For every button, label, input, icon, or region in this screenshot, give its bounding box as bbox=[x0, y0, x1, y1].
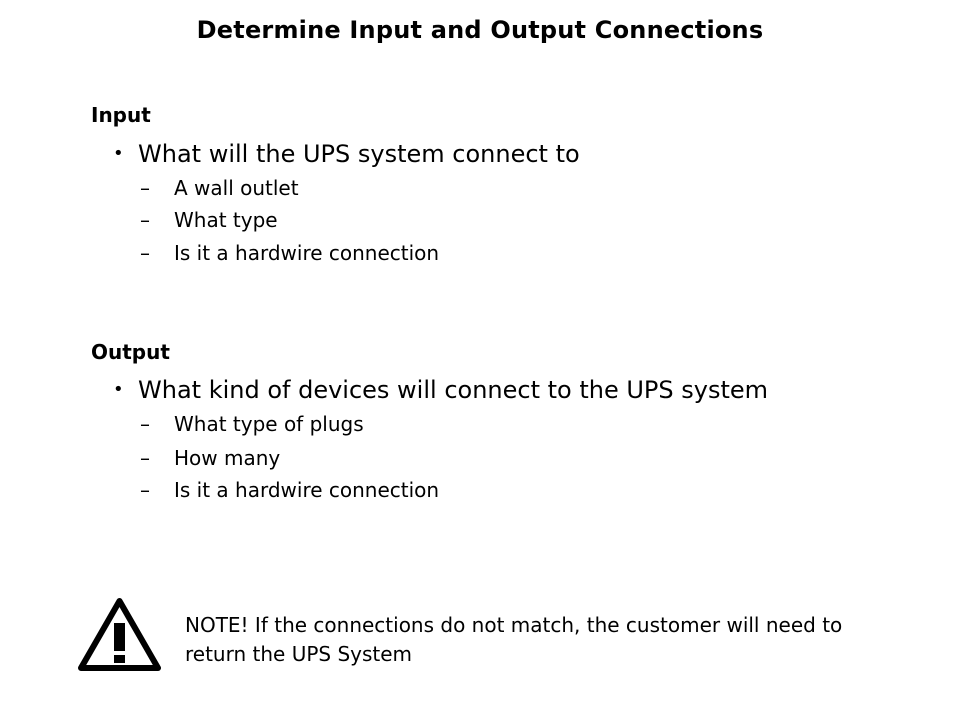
sub-item-text: A wall outlet bbox=[174, 176, 299, 200]
bullet-item: • What kind of devices will connect to th… bbox=[113, 376, 768, 404]
dash-icon: – bbox=[140, 446, 150, 470]
sub-item-text: Is it a hardwire connection bbox=[174, 478, 440, 502]
sub-item-text: What type of plugs bbox=[174, 412, 364, 436]
section-heading-output: Output bbox=[91, 340, 170, 364]
dash-icon: – bbox=[140, 241, 150, 265]
section-heading-input: Input bbox=[91, 103, 151, 127]
sub-item: – Is it a hardwire connection bbox=[140, 241, 439, 265]
slide-title: Determine Input and Output Connections bbox=[196, 16, 764, 44]
warning-triangle-icon bbox=[78, 598, 161, 671]
bullet-icon: • bbox=[113, 379, 124, 400]
sub-item-text: What type bbox=[174, 208, 278, 232]
bullet-item: • What will the UPS system connect to bbox=[113, 140, 580, 168]
dash-icon: – bbox=[140, 412, 150, 436]
sub-item-text: Is it a hardwire connection bbox=[174, 241, 440, 265]
sub-item: – A wall outlet bbox=[140, 176, 299, 200]
sub-item: – How many bbox=[140, 446, 280, 470]
bullet-icon: • bbox=[113, 143, 124, 164]
bullet-text: What kind of devices will connect to the… bbox=[138, 376, 769, 404]
bullet-text: What will the UPS system connect to bbox=[138, 140, 580, 168]
dash-icon: – bbox=[140, 176, 150, 200]
dash-icon: – bbox=[140, 478, 150, 502]
note-text: NOTE! If the connections do not match, t… bbox=[185, 613, 843, 666]
sub-item: – What type bbox=[140, 208, 278, 232]
sub-item-text: How many bbox=[174, 446, 281, 470]
sub-item: – What type of plugs bbox=[140, 412, 364, 436]
sub-item: – Is it a hardwire connection bbox=[140, 478, 439, 502]
dash-icon: – bbox=[140, 208, 150, 232]
